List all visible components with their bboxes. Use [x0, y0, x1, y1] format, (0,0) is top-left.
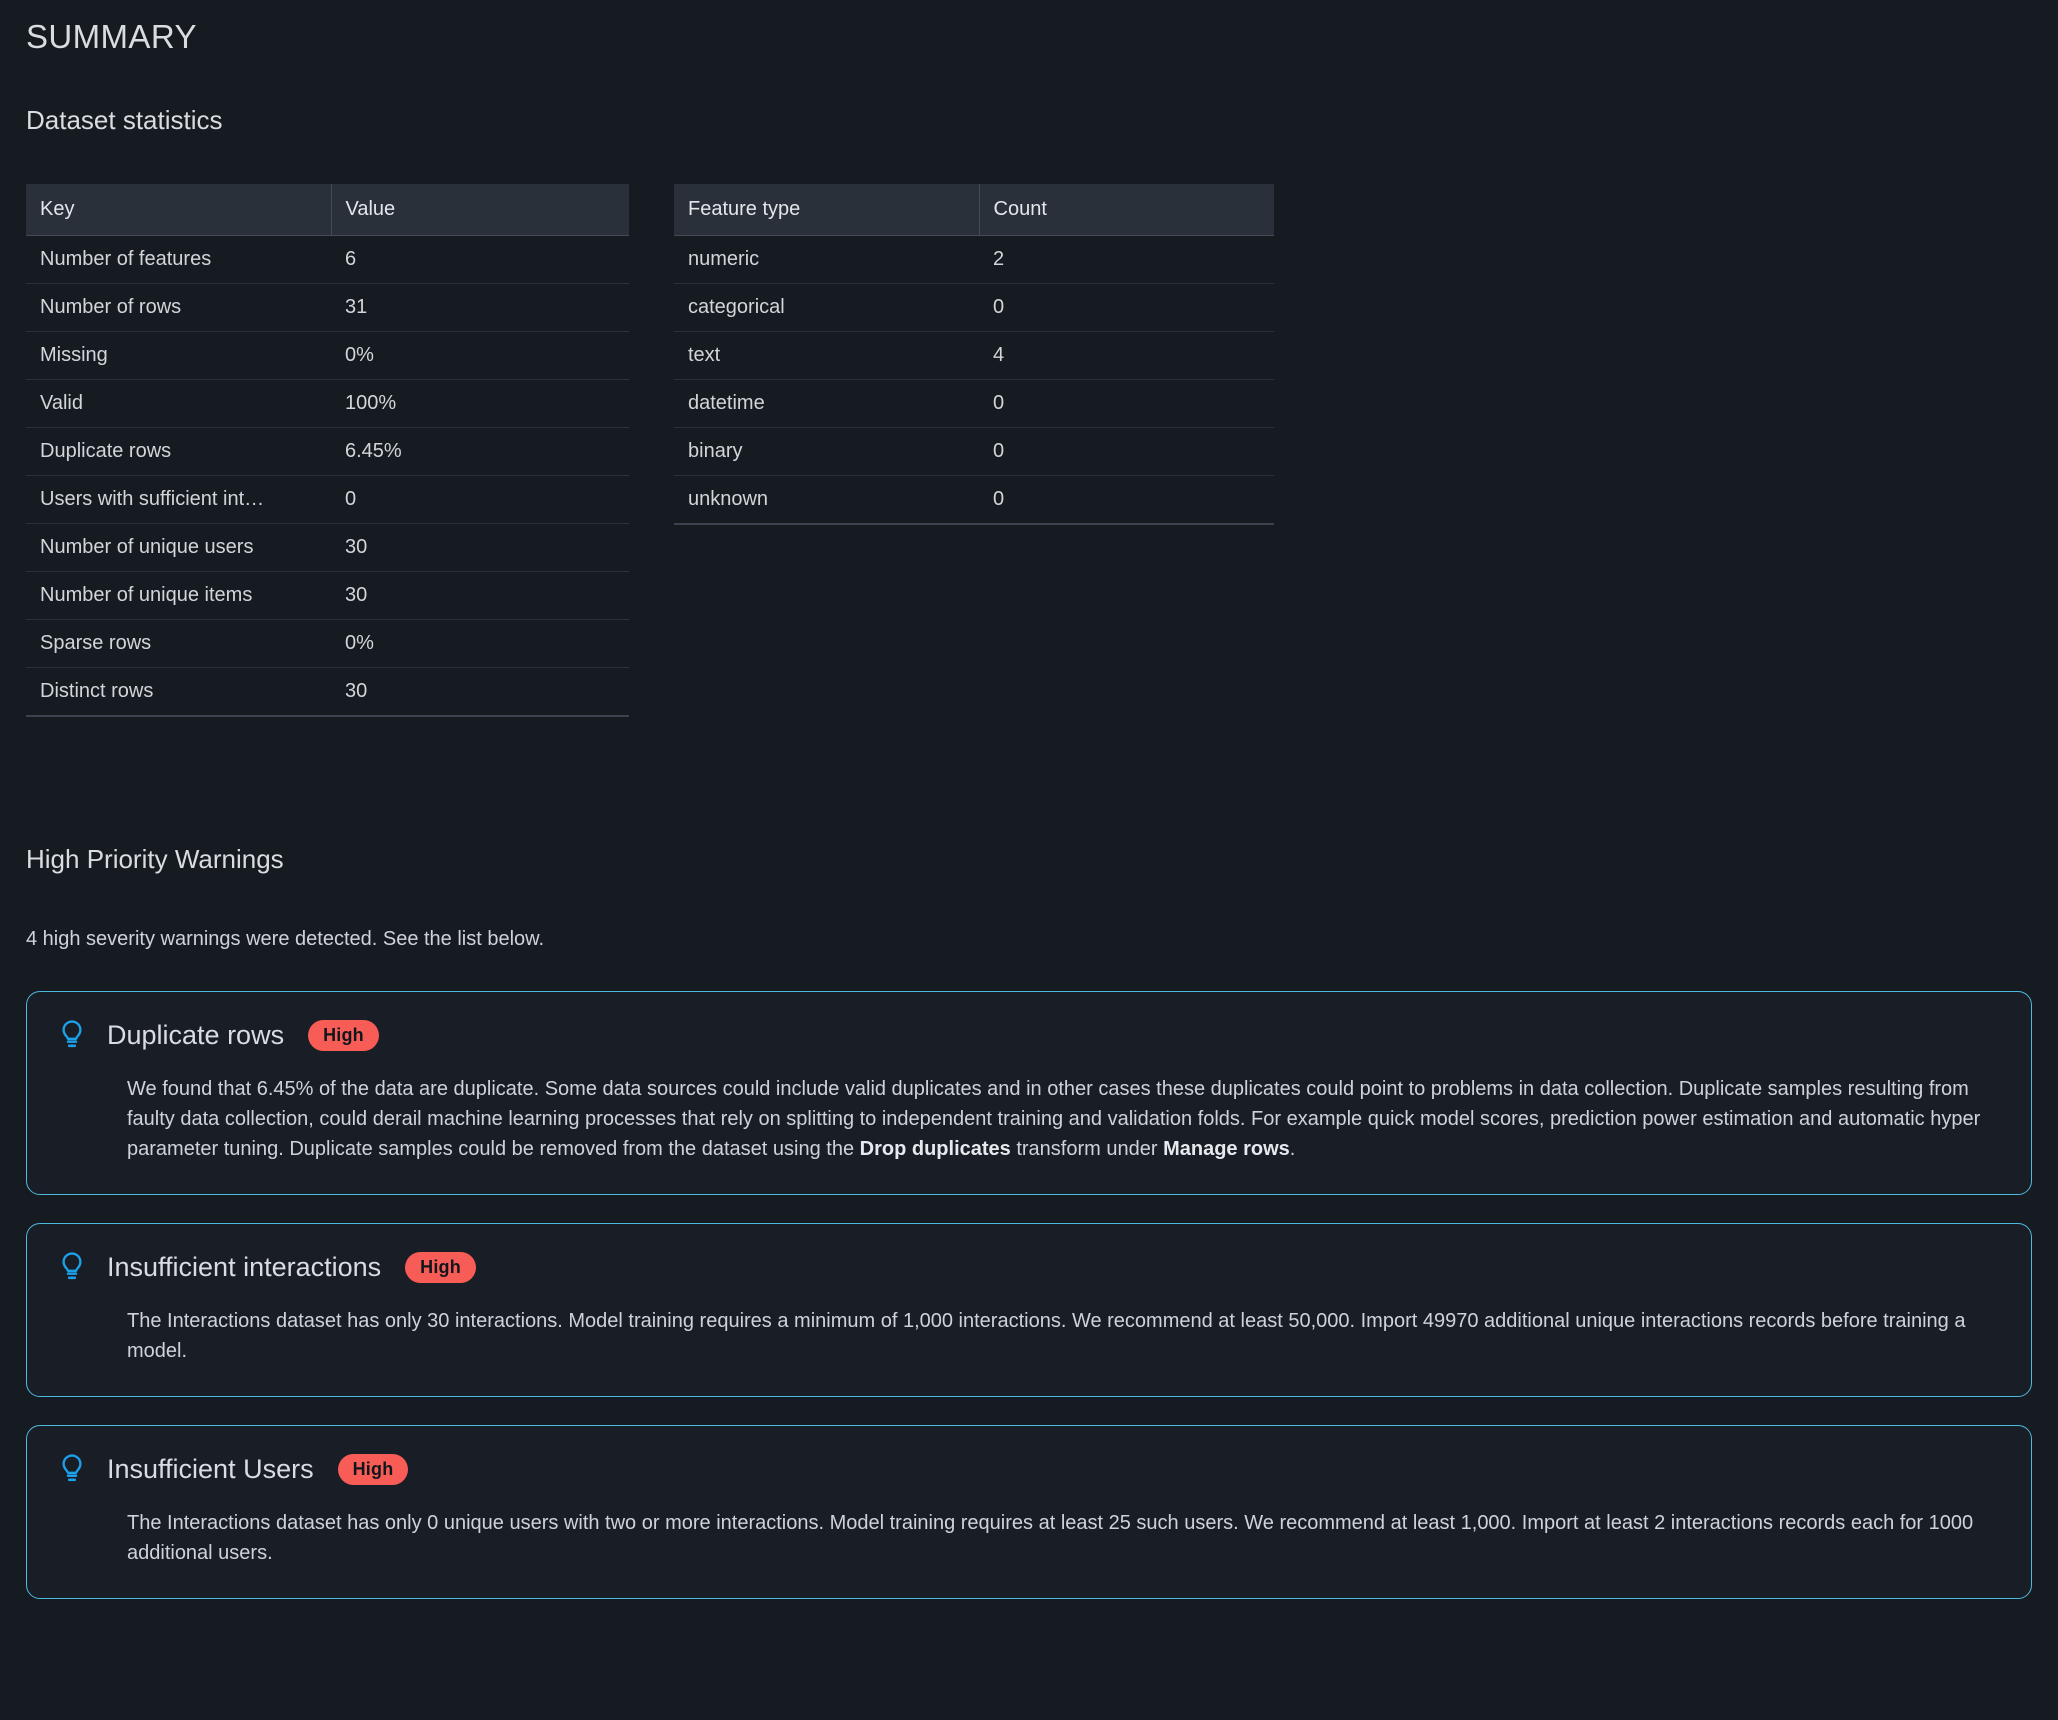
severity-badge: High — [405, 1251, 476, 1283]
stat-key-cell: Number of unique items — [26, 571, 331, 620]
warning-cards-list: Duplicate rows High We found that 6.45% of… — [26, 991, 2032, 1599]
stat-value-cell: 0 — [331, 475, 629, 524]
dataset-statistics-heading: Dataset statistics — [26, 105, 223, 135]
feature-count-cell: 0 — [979, 283, 1274, 332]
feature-type-cell: datetime — [674, 379, 979, 428]
table-row: Users with sufficient int… 0 — [26, 475, 629, 524]
warning-card[interactable]: Insufficient Users High The Interactions d… — [26, 1425, 2032, 1599]
table-row: datetime 0 — [674, 379, 1274, 428]
stat-key-cell: Users with sufficient int… — [26, 475, 331, 524]
high-priority-warnings-section: High Priority Warnings 4 high severity w… — [26, 841, 2032, 1599]
table-bottom-rule — [26, 715, 629, 717]
stat-key-cell: Missing — [26, 331, 331, 380]
warning-title: Insufficient interactions — [107, 1252, 382, 1282]
column-header-key: Key — [26, 184, 332, 236]
feature-type-table: Feature type Count numeric 2 categorical 0 t… — [674, 184, 1274, 523]
feature-type-cell: numeric — [674, 235, 979, 284]
feature-type-body: numeric 2 categorical 0 text 4 datetime 0 binary… — [674, 235, 1274, 523]
lightbulb-icon — [62, 1252, 82, 1280]
feature-type-cell: unknown — [688, 487, 769, 510]
warning-body-text: We found that 6.45% of the data are dupl… — [127, 1078, 1981, 1160]
page-title: SUMMARY — [26, 18, 197, 55]
warning-body-emphasis: Manage rows — [1163, 1138, 1290, 1160]
severity-badge: High — [337, 1453, 409, 1485]
stat-value-cell: 6.45% — [331, 427, 629, 476]
warning-title: Duplicate rows — [107, 1020, 285, 1050]
dataset-statistics-table-wrap: Key Value Number of features 6 Number of r… — [26, 184, 629, 717]
warning-body-text: The Interactions dataset has only 30 int… — [127, 1310, 1966, 1362]
warning-card[interactable]: Insufficient interactions High The Interac… — [26, 1223, 2032, 1397]
feature-count-cell: 2 — [979, 235, 1274, 284]
stat-value-cell: 31 — [331, 283, 629, 332]
table-header-row: Feature type Count — [674, 184, 1274, 236]
stat-value-cell: 6 — [331, 235, 629, 284]
column-header-value: Value — [331, 184, 629, 236]
table-row: Number of features 6 — [26, 235, 629, 284]
stat-value-cell: 100% — [331, 379, 629, 428]
stat-key-cell: Number of rows — [26, 283, 331, 332]
table-bottom-rule — [674, 523, 1274, 525]
lightbulb-icon — [62, 1454, 82, 1482]
table-row: Missing 0% — [26, 331, 629, 380]
severity-badge: High — [308, 1019, 379, 1051]
warning-card-header: Insufficient Users High — [57, 1452, 2001, 1486]
dataset-statistics-body: Number of features 6 Number of rows 31 Missi… — [26, 235, 629, 715]
column-header-count: Count — [979, 184, 1274, 236]
warnings-summary-text: 4 high severity warnings were detected. … — [26, 928, 545, 950]
feature-count-cell: 0 — [979, 379, 1274, 428]
feature-count-cell: 0 — [979, 427, 1274, 476]
table-row: Number of unique items 30 — [26, 571, 629, 620]
dataset-statistics-table: Key Value Number of features 6 Number of r… — [26, 184, 629, 715]
table-row: Valid 100% — [26, 379, 629, 428]
stat-key-cell: Valid — [26, 379, 331, 428]
warning-body-emphasis: Drop duplicates — [859, 1138, 1011, 1160]
stat-value-cell: 0% — [331, 619, 629, 668]
table-row: Distinct rows 30 — [26, 667, 629, 715]
table-row: Number of unique users 30 — [26, 523, 629, 572]
table-row: categorical 0 — [674, 283, 1274, 332]
table-header-row: Key Value — [26, 184, 629, 236]
stat-key-cell: Distinct rows — [40, 679, 154, 702]
stat-key-cell: Duplicate rows — [26, 427, 331, 476]
table-row: Sparse rows 0% — [26, 619, 629, 668]
warning-card-header: Duplicate rows High — [57, 1018, 2001, 1052]
stat-value-cell: 30 — [331, 523, 629, 572]
high-priority-warnings-heading: High Priority Warnings — [26, 844, 284, 874]
lightbulb-icon — [62, 1020, 82, 1048]
feature-type-cell: text — [674, 331, 979, 380]
feature-count-cell: 0 — [993, 487, 1005, 510]
feature-count-cell: 4 — [979, 331, 1274, 380]
stat-value-cell: 30 — [331, 571, 629, 620]
stat-key-cell: Number of unique users — [26, 523, 331, 572]
warning-body-text: The Interactions dataset has only 0 uniq… — [127, 1512, 1974, 1564]
feature-type-cell: categorical — [674, 283, 979, 332]
feature-type-table-wrap: Feature type Count numeric 2 categorical 0 t… — [674, 184, 1274, 525]
table-row: binary 0 — [674, 427, 1274, 476]
stat-key-cell: Sparse rows — [26, 619, 331, 668]
summary-page: SUMMARY Dataset statistics Key Value Num… — [0, 0, 2058, 1720]
table-row: Number of rows 31 — [26, 283, 629, 332]
stat-value-cell: 30 — [345, 679, 368, 702]
warning-title: Insufficient Users — [107, 1454, 314, 1484]
stat-value-cell: 0% — [331, 331, 629, 380]
warning-card[interactable]: Duplicate rows High We found that 6.45% of… — [26, 991, 2032, 1195]
table-row: numeric 2 — [674, 235, 1274, 284]
stat-key-cell: Number of features — [26, 235, 331, 284]
warning-card-header: Insufficient interactions High — [57, 1250, 2001, 1284]
table-row: text 4 — [674, 331, 1274, 380]
column-header-feature-type: Feature type — [674, 184, 980, 236]
statistics-tables-row: Key Value Number of features 6 Number of r… — [26, 184, 2032, 717]
table-row: Duplicate rows 6.45% — [26, 427, 629, 476]
feature-type-cell: binary — [674, 427, 979, 476]
table-row: unknown 0 — [674, 475, 1274, 523]
